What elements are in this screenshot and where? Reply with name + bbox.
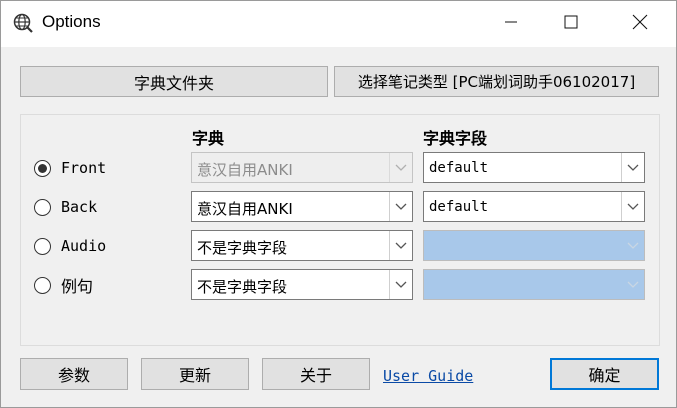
front-field-value: default bbox=[429, 160, 489, 176]
globe-search-icon bbox=[13, 13, 33, 33]
radio-audio[interactable]: Audio bbox=[34, 235, 106, 257]
chevron-down-icon[interactable] bbox=[389, 231, 412, 260]
back-field-value: default bbox=[429, 199, 489, 215]
chevron-down-icon[interactable] bbox=[389, 270, 412, 299]
radio-example-circle[interactable] bbox=[34, 276, 51, 294]
radio-front[interactable]: Front bbox=[34, 157, 106, 179]
radio-back[interactable]: Back bbox=[34, 196, 97, 218]
chevron-down-icon[interactable] bbox=[389, 192, 412, 221]
audio-field-select bbox=[423, 230, 645, 261]
title-bar[interactable]: Options bbox=[1, 1, 676, 47]
radio-example-label: 例句 bbox=[61, 277, 94, 296]
dictionary-column-header: 字典 bbox=[192, 129, 225, 148]
front-dictionary-value: 意汉自用ANKI bbox=[197, 161, 293, 179]
select-note-type-button[interactable]: 选择笔记类型 [PC端划词助手06102017] bbox=[334, 66, 659, 97]
audio-dictionary-value: 不是字典字段 bbox=[197, 239, 288, 257]
radio-example[interactable]: 例句 bbox=[34, 274, 93, 296]
back-dictionary-select[interactable]: 意汉自用ANKI bbox=[191, 191, 413, 222]
radio-audio-circle[interactable] bbox=[34, 237, 51, 255]
radio-selected-dot bbox=[38, 163, 47, 173]
minimize-icon bbox=[504, 15, 518, 33]
example-field-select bbox=[423, 269, 645, 300]
ok-button[interactable]: 确定 bbox=[550, 358, 659, 390]
chevron-down-icon bbox=[621, 270, 644, 299]
about-button[interactable]: 关于 bbox=[262, 358, 370, 390]
window-title: Options bbox=[42, 12, 101, 31]
close-icon bbox=[632, 14, 648, 34]
radio-back-label: Back bbox=[61, 198, 98, 216]
close-button[interactable] bbox=[617, 1, 663, 47]
radio-audio-label: Audio bbox=[61, 237, 107, 255]
example-dictionary-value: 不是字典字段 bbox=[197, 278, 288, 296]
chevron-down-icon bbox=[389, 153, 412, 182]
user-guide-link[interactable]: User Guide bbox=[383, 367, 473, 385]
maximize-icon bbox=[564, 15, 578, 33]
front-field-select[interactable]: default bbox=[423, 152, 645, 183]
back-dictionary-value: 意汉自用ANKI bbox=[197, 200, 293, 218]
update-button[interactable]: 更新 bbox=[141, 358, 249, 390]
maximize-button[interactable] bbox=[548, 1, 594, 47]
front-dictionary-select: 意汉自用ANKI bbox=[191, 152, 413, 183]
chevron-down-icon[interactable] bbox=[621, 153, 644, 182]
audio-dictionary-select[interactable]: 不是字典字段 bbox=[191, 230, 413, 261]
field-column-header: 字典字段 bbox=[423, 129, 488, 148]
radio-front-label: Front bbox=[61, 159, 107, 177]
radio-front-circle[interactable] bbox=[34, 159, 51, 177]
chevron-down-icon bbox=[621, 231, 644, 260]
chevron-down-icon[interactable] bbox=[621, 192, 644, 221]
parameters-button[interactable]: 参数 bbox=[20, 358, 128, 390]
dictionary-folder-button[interactable]: 字典文件夹 bbox=[20, 66, 328, 97]
radio-back-circle[interactable] bbox=[34, 198, 51, 216]
example-dictionary-select[interactable]: 不是字典字段 bbox=[191, 269, 413, 300]
options-window: Options 字典文件夹 选择笔记类型 [PC端划词助手06102017] 字… bbox=[0, 0, 677, 408]
minimize-button[interactable] bbox=[488, 1, 534, 47]
back-field-select[interactable]: default bbox=[423, 191, 645, 222]
